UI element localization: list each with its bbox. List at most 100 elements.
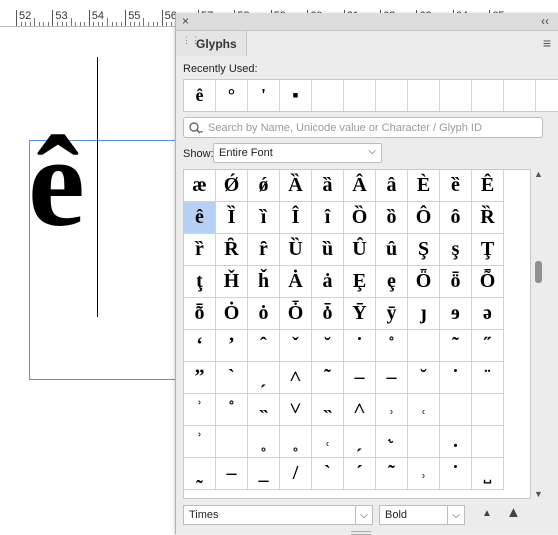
glyph-cell[interactable]: ˜ — [312, 362, 344, 394]
glyph-cell[interactable]: ȧ — [312, 266, 344, 298]
glyph-cell[interactable]: ˙ — [440, 458, 472, 490]
glyph-cell[interactable]: ȑ — [184, 234, 216, 266]
glyph-cell[interactable]: ˵ — [248, 394, 280, 426]
glyph-cell[interactable]: ` — [312, 458, 344, 490]
glyph-cell[interactable]: Ȩ — [344, 266, 376, 298]
recent-glyph-cell[interactable] — [440, 80, 472, 111]
glyph-cell[interactable]: ȯ — [248, 298, 280, 330]
glyph-cell[interactable]: ʻ — [184, 330, 216, 362]
show-dropdown[interactable]: Entire Font ⌵ — [213, 143, 382, 163]
glyph-cell[interactable]: Ȁ — [280, 170, 312, 202]
glyph-cell[interactable]: Û — [344, 234, 376, 266]
glyph-cell[interactable]: Ȟ — [216, 266, 248, 298]
glyph-cell[interactable]: – — [216, 458, 248, 490]
glyph-cell[interactable]: ¨ — [472, 362, 504, 394]
glyph-cell[interactable] — [472, 426, 504, 458]
collapse-icon[interactable]: ‹‹ — [541, 14, 549, 28]
glyph-cell[interactable]: / — [280, 458, 312, 490]
glyph-cell[interactable]: Ê — [472, 170, 504, 202]
glyph-cell[interactable]: ´ — [344, 458, 376, 490]
glyph-cell[interactable]: Ş — [408, 234, 440, 266]
close-icon[interactable]: × — [182, 14, 189, 28]
glyph-cell[interactable] — [408, 426, 440, 458]
zoom-in-icon[interactable]: ▲ — [506, 504, 521, 521]
glyph-cell[interactable]: ˓ — [312, 426, 344, 458]
glyph-cell[interactable]: ȕ — [312, 234, 344, 266]
glyph-cell[interactable]: ‒ — [376, 362, 408, 394]
glyph-cell[interactable]: Ţ — [472, 234, 504, 266]
recent-glyph-cell[interactable] — [376, 80, 408, 111]
glyph-cell[interactable]: ʼ — [216, 330, 248, 362]
glyph-cell[interactable]: ˳ — [248, 426, 280, 458]
resize-grip[interactable] — [351, 531, 371, 535]
panel-menu-icon[interactable]: ≡ — [543, 35, 551, 51]
scroll-thumb[interactable] — [535, 261, 542, 283]
glyph-cell[interactable]: ǿ — [248, 170, 280, 202]
glyph-cell[interactable]: Ȧ — [280, 266, 312, 298]
glyph-cell[interactable]: Â — [344, 170, 376, 202]
glyph-cell[interactable]: ȳ — [376, 298, 408, 330]
glyph-cell[interactable]: ˷ — [184, 458, 216, 490]
glyph-cell[interactable]: ˄ — [280, 362, 312, 394]
glyph-cell[interactable]: _ — [248, 458, 280, 490]
glyph-cell[interactable]: ˜ — [376, 458, 408, 490]
recent-glyph-cell[interactable] — [536, 80, 558, 111]
font-family-dropdown[interactable]: Times ⌵ — [183, 505, 373, 525]
glyph-cell[interactable]: Ȯ — [216, 298, 248, 330]
glyph-cell[interactable]: ˒ — [408, 458, 440, 490]
font-style-dropdown[interactable]: Bold ⌵ — [379, 505, 465, 525]
glyph-cell[interactable]: ȟ — [248, 266, 280, 298]
glyph-cell[interactable]: ˜ — [440, 330, 472, 362]
glyph-cell[interactable]: Ȫ — [408, 266, 440, 298]
recent-glyph-cell[interactable]: ° — [216, 80, 248, 111]
search-icon[interactable] — [188, 121, 204, 135]
glyph-cell[interactable]: Ȳ — [344, 298, 376, 330]
glyph-cell[interactable]: Ǿ — [216, 170, 248, 202]
glyph-cell[interactable]: ş — [440, 234, 472, 266]
glyph-cell[interactable]: ȅ — [440, 170, 472, 202]
glyph-cell[interactable]: Ȓ — [216, 234, 248, 266]
glyph-cell[interactable]: ȍ — [376, 202, 408, 234]
recent-glyph-cell[interactable]: ▪ — [280, 80, 312, 111]
scroll-up-icon[interactable]: ▲ — [534, 169, 543, 179]
glyph-cell[interactable]: ˆ — [248, 330, 280, 362]
glyph-cell[interactable]: û — [376, 234, 408, 266]
glyph-cell[interactable]: ˋ — [216, 362, 248, 394]
panel-title-bar[interactable]: × ‹‹ — [176, 13, 558, 31]
glyph-cell[interactable] — [408, 330, 440, 362]
glyph-cell[interactable]: ˇ — [280, 330, 312, 362]
glyph-cell[interactable]: ˙ — [344, 330, 376, 362]
recent-glyph-cell[interactable] — [312, 80, 344, 111]
glyph-cell[interactable]: Ȱ — [280, 298, 312, 330]
glyph-cell[interactable]: â — [376, 170, 408, 202]
glyph-cell[interactable]: ˅ — [280, 394, 312, 426]
glyph-cell[interactable]: ȫ — [440, 266, 472, 298]
recent-glyph-cell[interactable] — [408, 80, 440, 111]
glyph-cell[interactable]: ˘ — [312, 330, 344, 362]
tab-glyphs[interactable]: ⋮⋮ Glyphs — [176, 31, 247, 56]
glyph-cell[interactable]: î — [312, 202, 344, 234]
zoom-out-icon[interactable]: ▲ — [482, 508, 492, 519]
glyph-cell[interactable]: ʾ — [184, 394, 216, 426]
glyph-cell[interactable] — [472, 394, 504, 426]
search-input[interactable] — [208, 118, 538, 137]
glyph-cell[interactable]: ˙ — [440, 362, 472, 394]
glyph-cell[interactable]: ȱ — [312, 298, 344, 330]
glyph-cell[interactable]: æ — [184, 170, 216, 202]
glyph-cell[interactable]: ˚ — [376, 330, 408, 362]
glyph-cell[interactable]: È — [408, 170, 440, 202]
recent-glyph-cell[interactable] — [472, 80, 504, 111]
glyph-cell[interactable]: ȁ — [312, 170, 344, 202]
glyph-cell[interactable]: ô — [440, 202, 472, 234]
recent-glyph-cell[interactable]: ' — [248, 80, 280, 111]
glyph-cell[interactable]: ȓ — [248, 234, 280, 266]
glyph-cell[interactable]: ə — [472, 298, 504, 330]
glyph-cell[interactable]: Ȑ — [472, 202, 504, 234]
glyph-cell[interactable]: ȭ — [184, 298, 216, 330]
glyph-cell[interactable]: ˓ — [408, 394, 440, 426]
glyph-cell[interactable]: ˞ — [376, 426, 408, 458]
glyph-cell[interactable]: ˘ — [408, 362, 440, 394]
recent-glyph-cell[interactable]: ê — [184, 80, 216, 111]
glyph-cell[interactable]: ˳ — [280, 426, 312, 458]
glyph-cell[interactable]: ˵ — [312, 394, 344, 426]
